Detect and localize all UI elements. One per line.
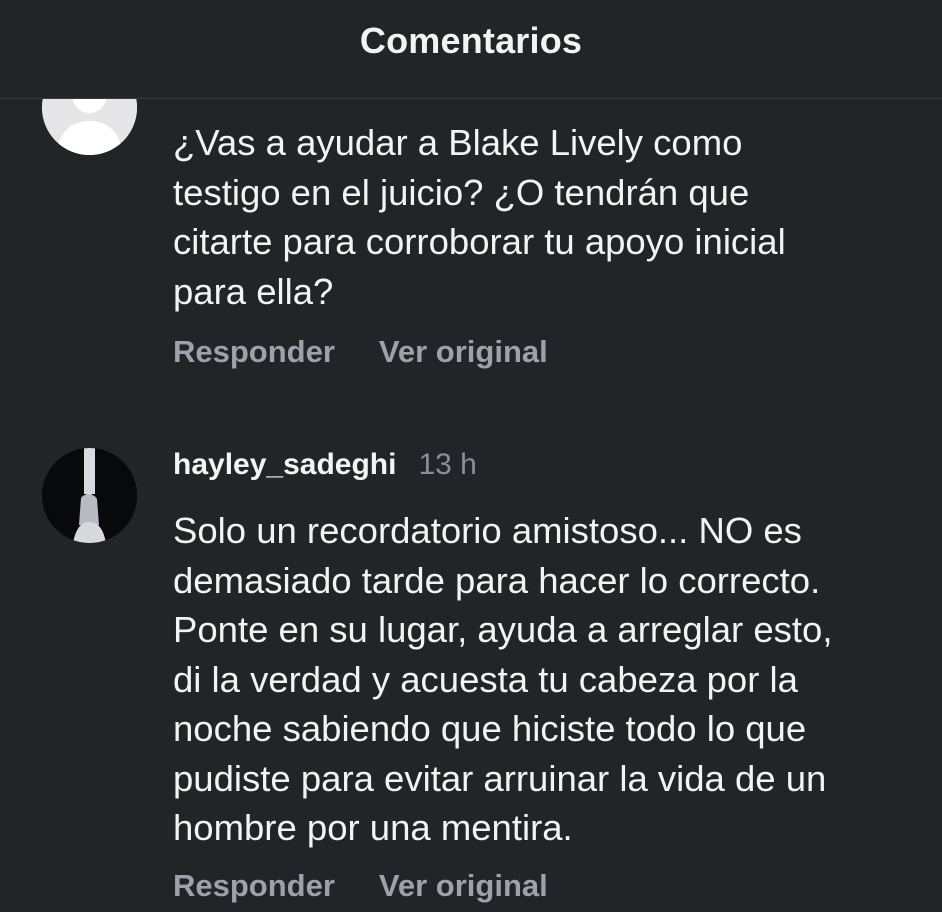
page-title: Comentarios: [359, 20, 583, 61]
comment-actions: Responder Ver original: [173, 334, 592, 370]
comment-text: Solo un recordatorio amistoso... NO es d…: [173, 510, 833, 848]
reply-button[interactable]: Responder: [173, 868, 335, 904]
comment-meta: hayley_sadeghi 13 h: [173, 448, 477, 488]
comments-screen: Comentarios ¿Vas a ayudar a Blake Lively…: [0, 0, 942, 912]
see-original-button[interactable]: Ver original: [379, 868, 548, 904]
see-original-button[interactable]: Ver original: [379, 334, 548, 370]
username[interactable]: hayley_sadeghi: [173, 448, 396, 482]
comments-header: Comentarios: [0, 0, 942, 99]
profile-photo-avatar[interactable]: [42, 448, 137, 543]
comment-text: ¿Vas a ayudar a Blake Lively como testig…: [173, 122, 786, 312]
reply-button[interactable]: Responder: [173, 334, 335, 370]
comment-actions: Responder Ver original: [173, 868, 592, 904]
timestamp: 13 h: [418, 448, 477, 481]
